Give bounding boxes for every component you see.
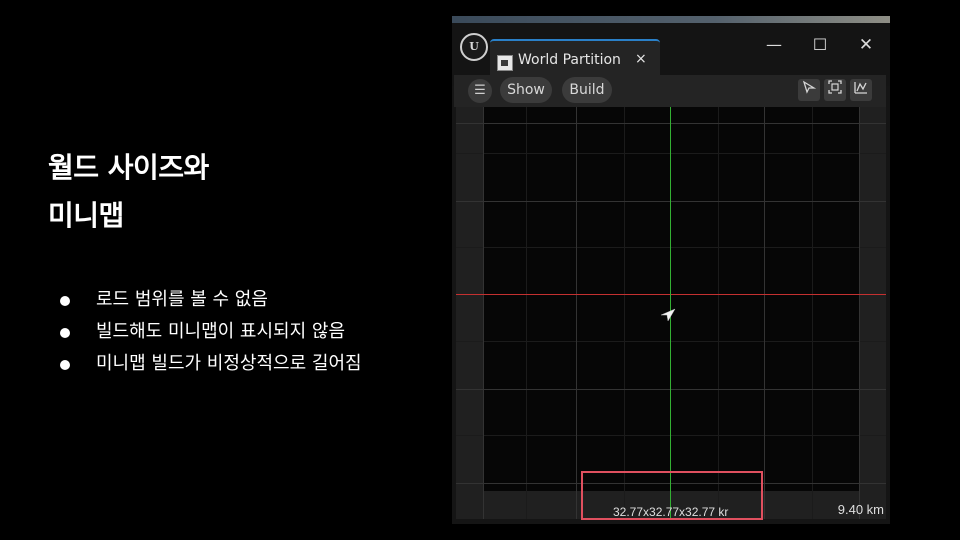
grid-line [456,389,886,390]
world-bounds [483,107,859,491]
grid-line [483,107,484,519]
grid-line [624,107,625,519]
grid-line [859,107,860,519]
minimap-viewport[interactable] [456,107,886,519]
grid-line [456,153,886,154]
bullet-dot [60,296,70,306]
grid-line [456,341,886,342]
grid-line [526,107,527,519]
bullet-item: 빌드해도 미니맵이 표시되지 않음 [58,316,362,348]
slide-title: 월드 사이즈와 미니맵 [48,144,209,240]
build-button[interactable]: Build [562,77,612,103]
background-strip [452,16,890,23]
unreal-logo-icon: U [460,33,488,61]
grid-line [576,107,577,519]
grid-line [456,435,886,436]
bullet-item: 로드 범위를 볼 수 없음 [58,284,362,316]
bullet-text: 빌드해도 미니맵이 표시되지 않음 [96,321,346,342]
tab-label: World Partition [518,52,621,68]
bullet-text: 로드 범위를 볼 수 없음 [96,289,268,310]
minimize-button[interactable]: — [762,35,786,54]
grid-line [456,247,886,248]
menu-icon[interactable]: ☰ [468,79,492,103]
select-icon[interactable] [798,79,820,101]
bullet-text: 미니맵 빌드가 비정상적으로 길어짐 [96,353,362,374]
world-partition-icon [497,55,513,71]
focus-icon[interactable] [824,79,846,101]
bullet-list: 로드 범위를 볼 수 없음 빌드해도 미니맵이 표시되지 않음 미니맵 빌드가 … [58,284,362,380]
bullet-item: 미니맵 빌드가 비정상적으로 길어짐 [58,348,362,380]
x-axis-line [456,294,886,295]
chart-icon[interactable] [850,79,872,101]
tab-close-icon[interactable]: × [635,51,647,67]
close-button[interactable]: ✕ [854,35,878,55]
toolbar: ☰ Show Build [454,75,886,107]
grid-line [456,123,886,124]
show-button[interactable]: Show [500,77,552,103]
scale-label: 9.40 km [837,502,884,517]
grid-line [456,201,886,202]
bullet-dot [60,360,70,370]
slide-title-line-1: 월드 사이즈와 [48,151,209,184]
highlight-box [581,471,763,520]
bullet-dot [60,328,70,338]
maximize-button[interactable]: ☐ [808,35,832,54]
slide-title-line-2: 미니맵 [48,199,124,232]
player-position-icon [660,307,676,322]
grid-line [812,107,813,519]
grid-line [764,107,765,519]
grid-line [718,107,719,519]
world-partition-window: U World Partition × — ☐ ✕ ☰ Show Build 3… [452,16,890,524]
